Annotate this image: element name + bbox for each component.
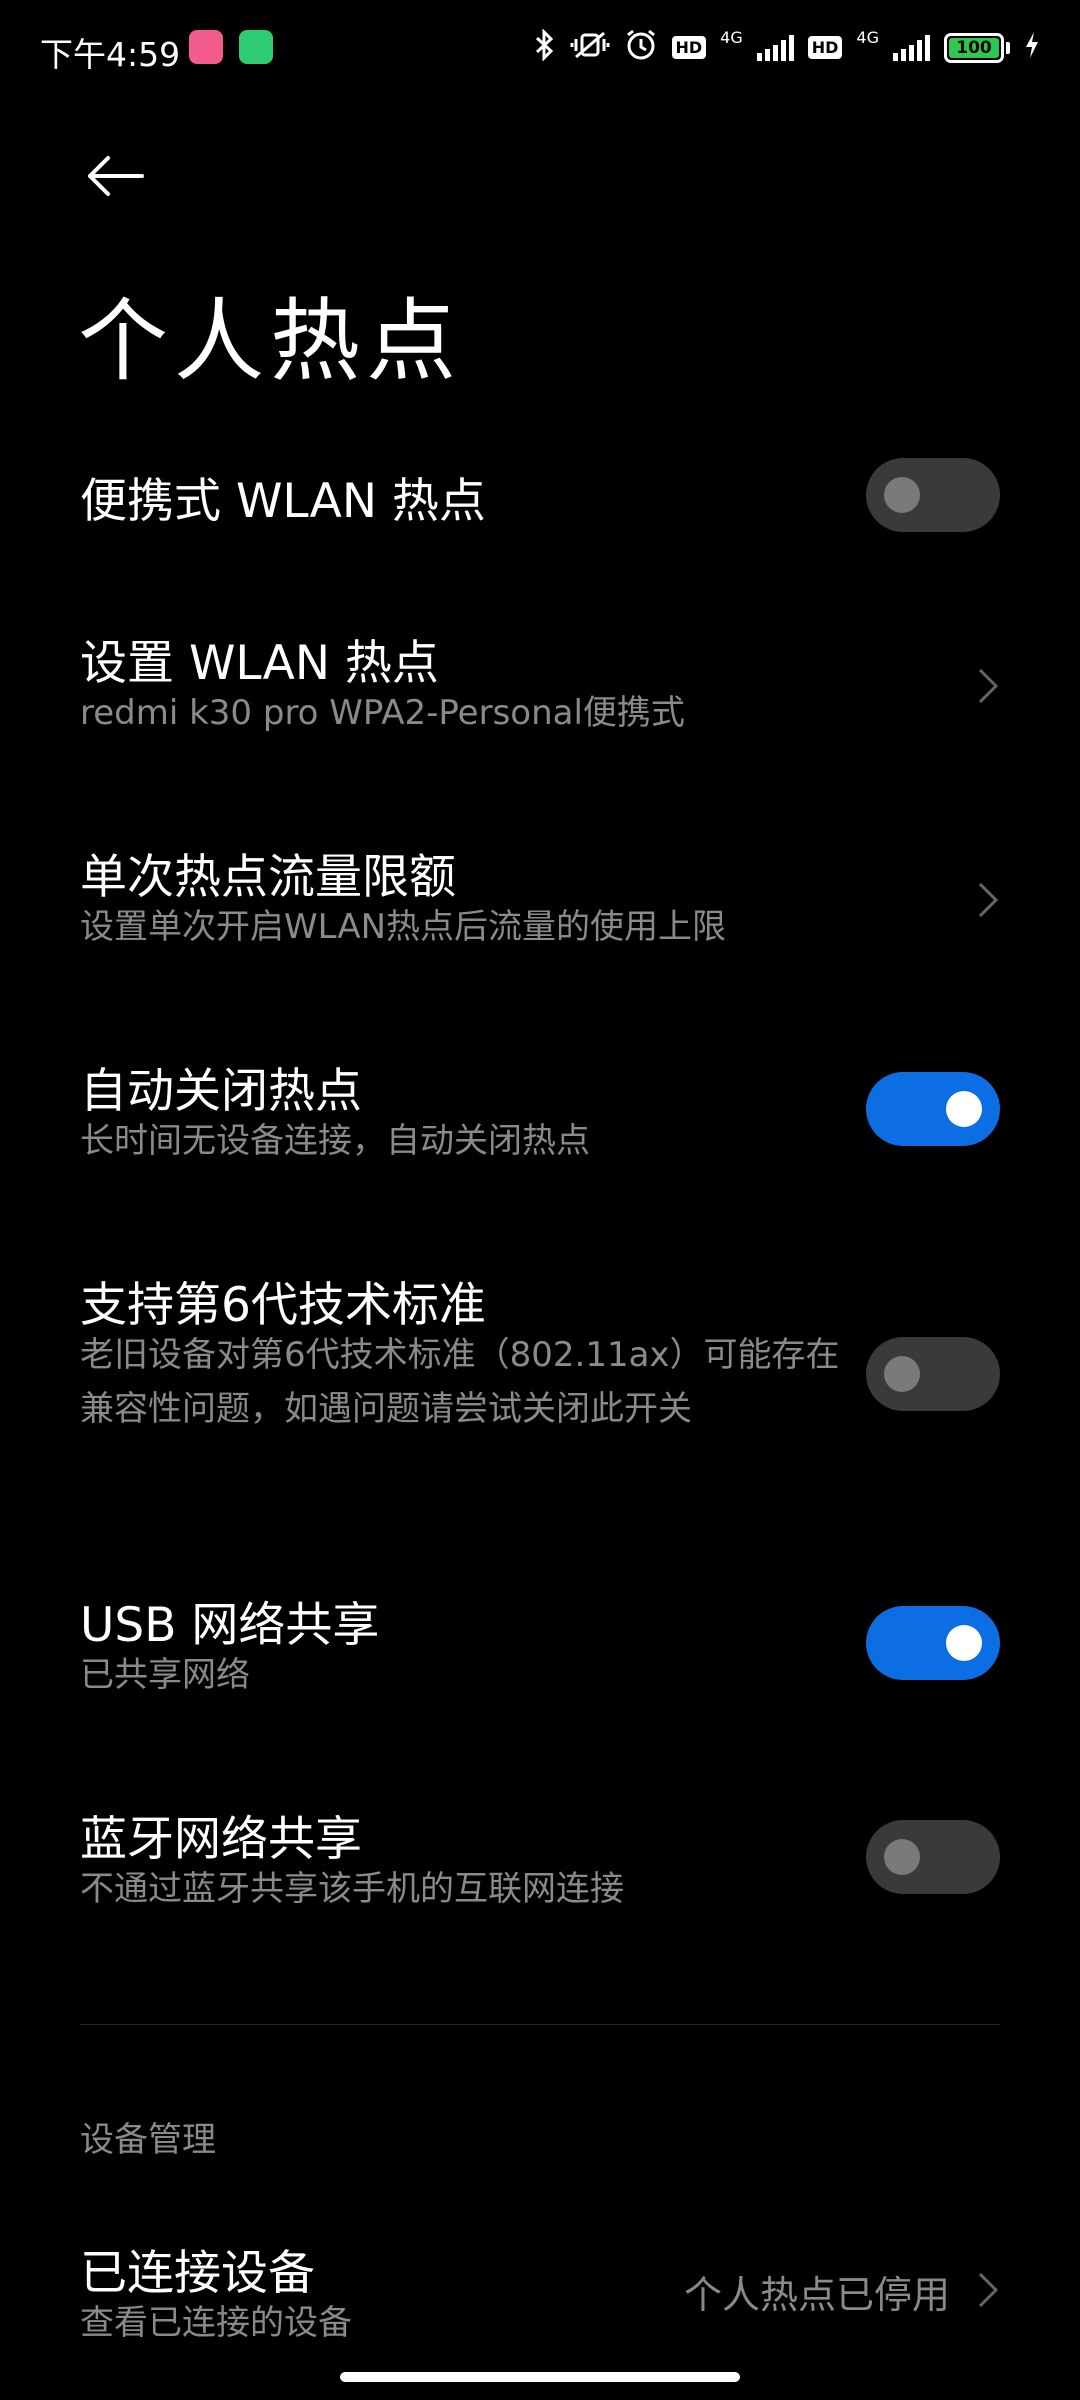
back-button[interactable] [82, 148, 152, 204]
row-title: 单次热点流量限额 [80, 850, 456, 905]
row-portable-wlan-hotspot[interactable]: 便携式 WLAN 热点 [0, 440, 1080, 550]
signal-icon [756, 34, 794, 61]
toggle-knob [884, 477, 920, 513]
mute-vibrate-icon [570, 29, 610, 66]
row-connected-devices[interactable]: 已连接设备 查看已连接的设备 个人热点已停用 [0, 2230, 1080, 2370]
charging-icon [1024, 31, 1040, 64]
row-subtitle: 设置单次开启WLAN热点后流量的使用上限 [80, 907, 727, 947]
row-title: USB 网络共享 [80, 1598, 380, 1653]
battery-icon: 100 [944, 32, 1004, 63]
toggle-knob [884, 1839, 920, 1875]
chevron-right-icon [978, 668, 999, 704]
hotspot-status-value: 个人热点已停用 [683, 2273, 950, 2317]
row-subtitle: 长时间无设备连接，自动关闭热点 [80, 1121, 590, 1161]
row-title: 自动关闭热点 [80, 1064, 362, 1119]
portable-hotspot-toggle[interactable] [866, 458, 1000, 532]
auto-close-toggle[interactable] [866, 1072, 1000, 1146]
row-title: 蓝牙网络共享 [80, 1812, 362, 1867]
back-arrow-icon [88, 156, 144, 196]
row-title: 支持第6代技术标准 [80, 1278, 486, 1333]
bluetooth-icon [534, 28, 556, 66]
row-subtitle: 老旧设备对第6代技术标准（802.11ax）可能存在兼容性问题，如遇问题请尝试关… [80, 1335, 840, 1429]
row-subtitle: 已共享网络 [80, 1655, 250, 1695]
hd-badge: HD [671, 36, 707, 59]
bilibili-app-icon [189, 30, 223, 64]
row-title: 已连接设备 [80, 2246, 315, 2301]
toggle-knob [946, 1625, 982, 1661]
usb-tethering-toggle[interactable] [866, 1606, 1000, 1680]
status-icons: HD 4G HD 4G 100 [534, 28, 1041, 67]
alarm-icon [624, 28, 658, 67]
green-app-icon [239, 30, 273, 64]
row-title: 设置 WLAN 热点 [80, 636, 439, 691]
section-divider [80, 2024, 1000, 2025]
row-data-limit[interactable]: 单次热点流量限额 设置单次开启WLAN热点后流量的使用上限 [0, 834, 1080, 974]
network-type-label: 4G [720, 28, 743, 47]
row-title: 便携式 WLAN 热点 [80, 474, 486, 529]
row-subtitle: 不通过蓝牙共享该手机的互联网连接 [80, 1869, 624, 1909]
chevron-right-icon [978, 2272, 999, 2308]
row-auto-close-hotspot[interactable]: 自动关闭热点 长时间无设备连接，自动关闭热点 [0, 1048, 1080, 1188]
row-bluetooth-tethering[interactable]: 蓝牙网络共享 不通过蓝牙共享该手机的互联网连接 [0, 1796, 1080, 1936]
bluetooth-tethering-toggle[interactable] [866, 1820, 1000, 1894]
toggle-knob [946, 1091, 982, 1127]
page-title: 个人热点 [78, 289, 462, 394]
row-usb-tethering[interactable]: USB 网络共享 已共享网络 [0, 1582, 1080, 1722]
row-setup-wlan-hotspot[interactable]: 设置 WLAN 热点 redmi k30 pro WPA2-Personal便携… [0, 620, 1080, 760]
battery-tip [1006, 41, 1010, 54]
network-type-label-2: 4G [856, 28, 879, 47]
signal-icon-2 [893, 34, 930, 61]
chevron-right-icon [978, 882, 999, 918]
battery-percent: 100 [956, 37, 992, 58]
toggle-knob [884, 1356, 920, 1392]
hotspot-settings-screen: 下午4:59 HD 4G HD 4G 100 个人热点 便携式 WLAN 热点 … [0, 0, 1080, 2400]
status-time: 下午4:59 [40, 35, 181, 74]
wifi6-toggle[interactable] [866, 1337, 1000, 1411]
row-subtitle: redmi k30 pro WPA2-Personal便携式 [80, 693, 685, 733]
hd-badge-2: HD [807, 36, 843, 59]
home-indicator[interactable] [340, 2372, 740, 2382]
row-wifi6-support[interactable]: 支持第6代技术标准 老旧设备对第6代技术标准（802.11ax）可能存在兼容性问… [0, 1262, 1080, 1502]
section-header-device-management: 设备管理 [80, 2120, 216, 2160]
status-bar: 下午4:59 HD 4G HD 4G 100 [0, 0, 1080, 96]
